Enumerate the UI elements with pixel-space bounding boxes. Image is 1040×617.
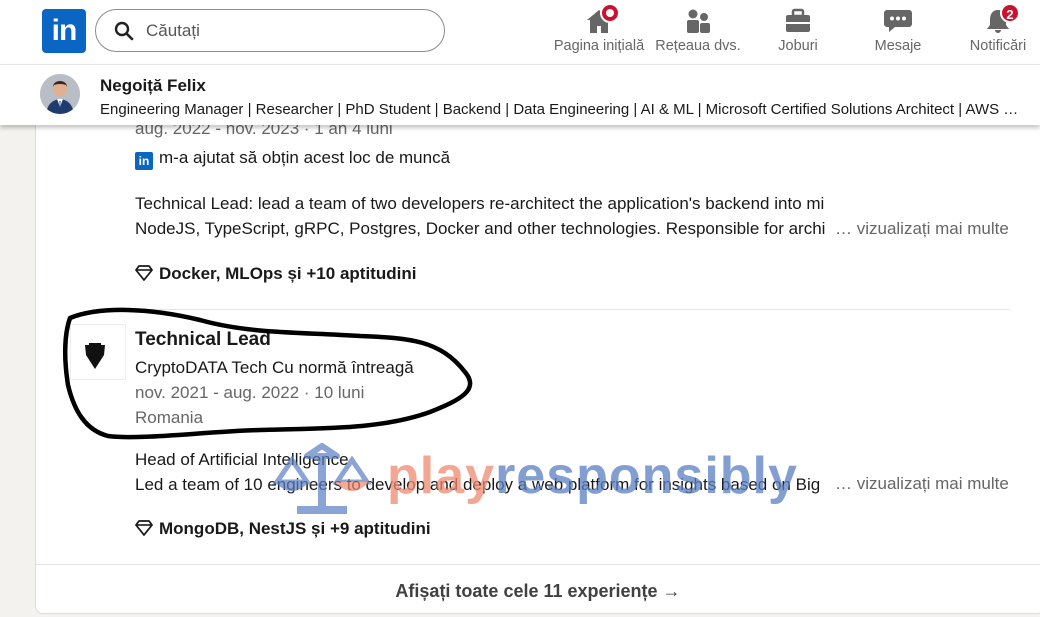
current-skills-text: MongoDB, NestJS și +9 aptitudini: [159, 519, 431, 538]
company-logo[interactable]: [70, 324, 126, 380]
prev-skills-link[interactable]: Docker, MLOps și +10 aptitudini: [135, 264, 416, 284]
prev-skills-text: Docker, MLOps și +10 aptitudini: [159, 264, 417, 283]
sticky-profile-bar: Negoiță Felix Engineering Manager | Rese…: [0, 64, 1040, 125]
footer-divider: [36, 564, 1040, 565]
job-dates: nov. 2021 - aug. 2022 · 10 luni: [135, 383, 365, 402]
diamond-icon: [135, 265, 153, 281]
job-title[interactable]: Technical Lead: [135, 329, 271, 351]
show-all-experiences-button[interactable]: Afișați toate cele 11 experiențe →: [36, 566, 1040, 614]
prev-see-more-link[interactable]: … vizualizați mai multe: [835, 219, 1009, 239]
avatar[interactable]: [40, 74, 80, 114]
diamond-icon: [135, 520, 153, 536]
linkedin-helped-text: m-a ajutat să obțin acest loc de muncă: [159, 148, 451, 167]
current-description-line-1: Head of Artificial Intelligence: [135, 450, 349, 469]
prev-description-line-2: NodeJS, TypeScript, gRPC, Postgres, Dock…: [135, 219, 825, 238]
company-and-type: CryptoDATA Tech Cu normă întreagă: [135, 358, 414, 377]
job-location: Romania: [135, 408, 204, 427]
profile-headline: Engineering Manager | Researcher | PhD S…: [100, 101, 1025, 118]
linkedin-helped-note: in m-a ajutat să obțin acest loc de muncă: [135, 148, 450, 170]
avatar-photo-icon: [40, 74, 80, 114]
prev-description-line-1: Technical Lead: lead a team of two devel…: [135, 194, 825, 213]
current-description-line-2: Led a team of 10 engineers to develop an…: [135, 475, 825, 494]
current-skills-link[interactable]: MongoDB, NestJS și +9 aptitudini: [135, 519, 431, 539]
entry-divider: [135, 309, 1010, 310]
cryptodata-logo-icon: [85, 343, 105, 369]
profile-name: Negoiță Felix: [100, 76, 206, 95]
current-see-more-link[interactable]: … vizualizați mai multe: [835, 474, 1009, 494]
linkedin-small-icon: in: [135, 152, 153, 170]
